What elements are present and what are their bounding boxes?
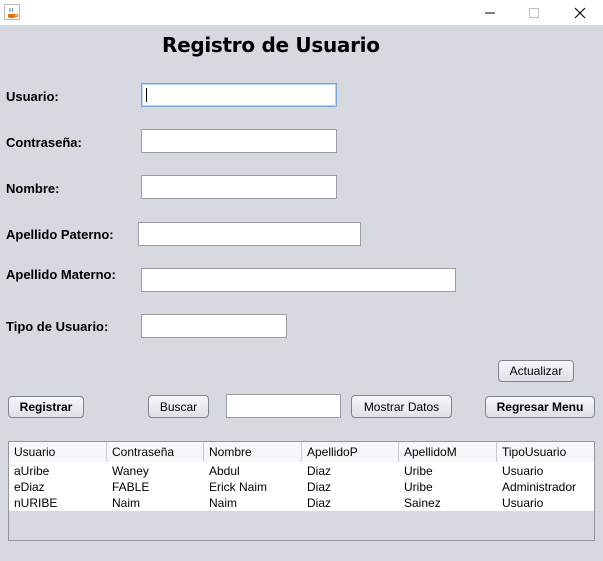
column-header-contrasena[interactable]: Contraseña (107, 442, 204, 462)
mostrar-datos-button[interactable]: Mostrar Datos (351, 395, 452, 418)
table-row[interactable]: nURIBE Naim Naim Diaz Sainez Usuario (9, 495, 594, 511)
table-body: aUribe Waney Abdul Diaz Uribe Usuario eD… (9, 463, 594, 511)
close-icon (574, 7, 586, 18)
table-cell: Usuario (502, 464, 544, 478)
table-cell: Uribe (404, 480, 433, 494)
table-cell: Diaz (307, 496, 332, 510)
usuarios-table[interactable]: Usuario Contraseña Nombre ApellidoP Apel… (8, 441, 595, 541)
form-panel: Registro de Usuario Usuario: Contraseña:… (0, 25, 603, 561)
table-cell: Waney (112, 464, 149, 478)
apellido-materno-field[interactable] (141, 268, 456, 292)
table-cell: Administrador (502, 480, 577, 494)
nombre-label: Nombre: (6, 181, 60, 196)
apellido-paterno-label: Apellido Paterno: (6, 227, 114, 242)
actualizar-button[interactable]: Actualizar (498, 360, 574, 382)
table-cell: Sainez (404, 496, 441, 510)
table-row[interactable]: aUribe Waney Abdul Diaz Uribe Usuario (9, 463, 594, 479)
column-header-apellidom[interactable]: ApellidoM (399, 442, 497, 462)
table-cell: aUribe (14, 464, 50, 478)
maximize-icon (529, 7, 539, 18)
nombre-field[interactable] (141, 175, 337, 199)
maximize-button[interactable] (511, 0, 557, 25)
table-header: Usuario Contraseña Nombre ApellidoP Apel… (9, 442, 594, 462)
apellido-paterno-field[interactable] (138, 222, 361, 246)
table-cell: Diaz (307, 480, 332, 494)
text-caret (146, 88, 147, 102)
page-title: Registro de Usuario (162, 33, 380, 57)
table-cell: Uribe (404, 464, 433, 478)
table-cell: Erick Naim (209, 480, 268, 494)
buscar-button[interactable]: Buscar (148, 395, 209, 418)
java-coffee-icon (4, 4, 20, 20)
table-cell: Usuario (502, 496, 544, 510)
table-row[interactable]: eDiaz FABLE Erick Naim Diaz Uribe Admini… (9, 479, 594, 495)
table-cell: Naim (112, 496, 141, 510)
column-header-tipousuario[interactable]: TipoUsuario (497, 442, 594, 462)
column-header-nombre[interactable]: Nombre (204, 442, 302, 462)
table-cell: nURIBE (14, 496, 58, 510)
column-header-apellidop[interactable]: ApellidoP (302, 442, 399, 462)
tipo-usuario-label: Tipo de Usuario: (6, 319, 109, 334)
apellido-materno-label: Apellido Materno: (6, 267, 116, 282)
usuario-field[interactable] (141, 83, 337, 107)
table-cell: Naim (209, 496, 238, 510)
close-button[interactable] (557, 0, 603, 25)
table-cell: Diaz (307, 464, 332, 478)
tipo-usuario-field[interactable] (141, 314, 287, 338)
table-cell: FABLE (112, 480, 150, 494)
minimize-button[interactable] (467, 0, 513, 25)
column-header-usuario[interactable]: Usuario (9, 442, 107, 462)
table-cell: eDiaz (14, 480, 45, 494)
contrasena-label: Contraseña: (6, 135, 82, 150)
minimize-icon (485, 12, 495, 13)
usuario-label: Usuario: (6, 89, 59, 104)
contrasena-field[interactable] (141, 129, 337, 153)
registrar-button[interactable]: Registrar (8, 396, 84, 418)
buscar-field[interactable] (226, 394, 341, 418)
regresar-menu-button[interactable]: Regresar Menu (485, 396, 595, 418)
table-cell: Abdul (209, 464, 240, 478)
table-empty-area (9, 511, 594, 540)
window-titlebar (0, 0, 603, 25)
